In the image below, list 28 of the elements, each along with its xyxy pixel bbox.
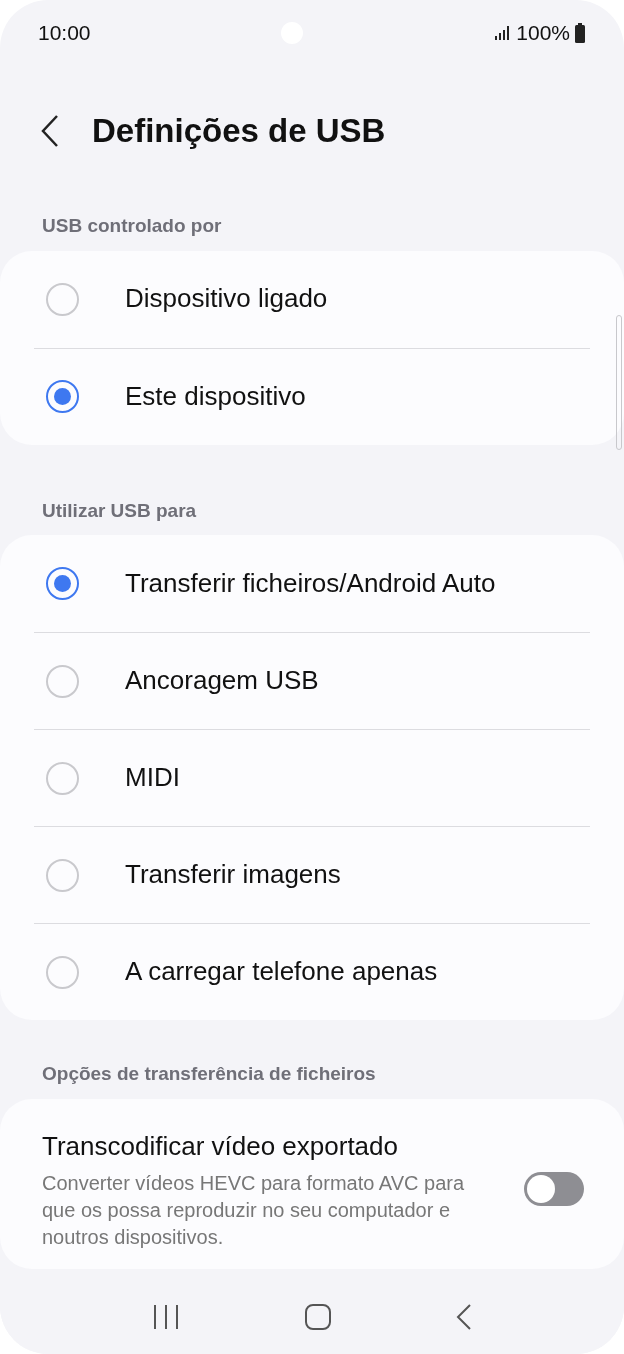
setting-title: Transcodificar vídeo exportado [42,1129,399,1163]
section-label: Opções de transferência de ficheiros [41,1062,377,1086]
radio-button[interactable] [46,282,79,316]
back-icon[interactable] [40,113,60,148]
option-label: Ancoragem USB [125,664,319,698]
battery-icon [574,22,586,43]
back-icon[interactable] [456,1303,472,1331]
battery-level: 100% [516,19,570,46]
setting-description: Converter vídeos HEVC para formato AVC para que os possa reproduzir no seu computador e noutros dispositivos. [42,1170,466,1250]
option-label: Este dispositivo [125,379,306,413]
radio-button[interactable] [46,955,79,989]
section-label: Utilizar USB para [41,498,198,523]
option-label: Transferir ficheiros/Android Auto [125,566,496,600]
radio-button[interactable] [46,858,79,892]
radio-button[interactable] [46,567,79,600]
recent-apps-icon[interactable] [152,1304,180,1330]
radio-button[interactable] [46,380,79,413]
status-time: 10:00 [38,19,91,46]
page-title: Definições de USB [92,110,386,151]
toggle-switch[interactable] [524,1171,584,1206]
home-icon[interactable] [304,1303,332,1331]
option-label: Transferir imagens [125,858,341,892]
radio-button[interactable] [46,664,79,698]
section-label: USB controlado por [41,214,223,238]
radio-button[interactable] [46,761,79,795]
option-label: MIDI [125,761,180,795]
option-label: Dispositivo ligado [125,282,328,316]
option-label: A carregar telefone apenas [125,955,438,989]
